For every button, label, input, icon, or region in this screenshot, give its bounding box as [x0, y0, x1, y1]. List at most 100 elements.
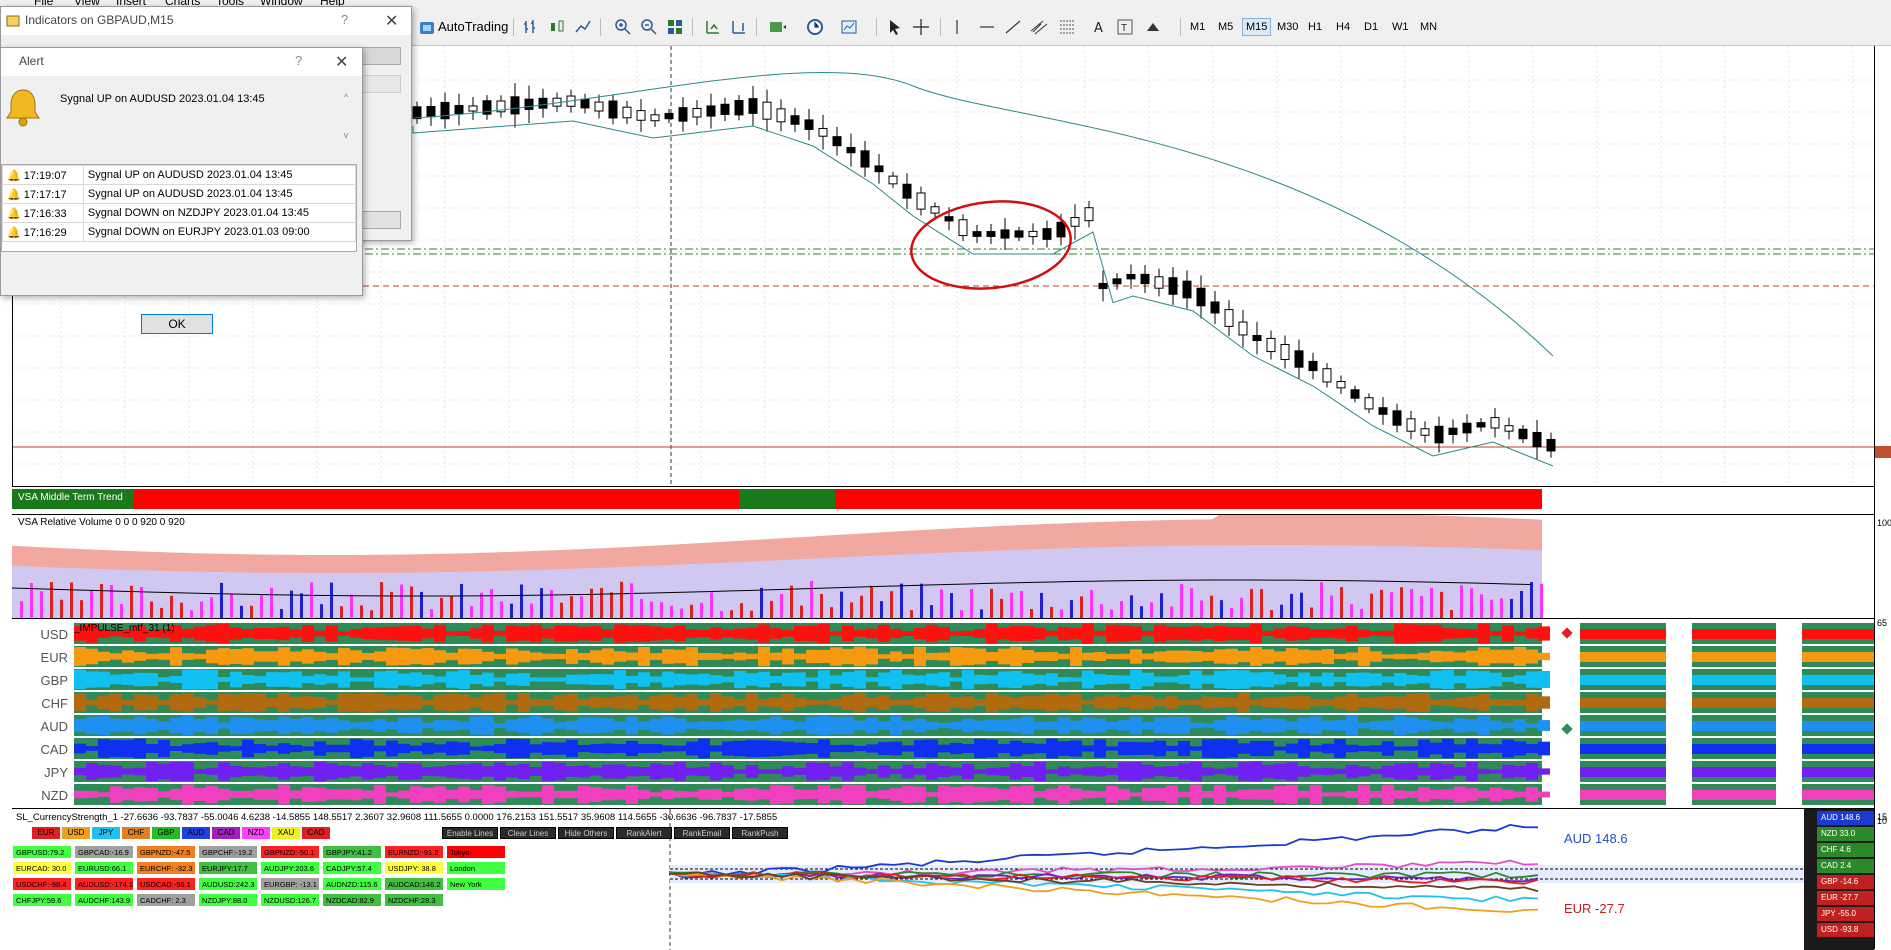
pair-strength-cell: USDCAD:-96.1: [136, 877, 196, 891]
currency-button-gbp[interactable]: GBP: [152, 827, 180, 839]
rankemail-button[interactable]: RankEmail: [674, 827, 730, 839]
currency-button-eur[interactable]: EUR: [32, 827, 60, 839]
currency-button-chf[interactable]: CHF: [122, 827, 150, 839]
bar-chart-button[interactable]: [520, 16, 542, 38]
impulse-bar: [830, 716, 842, 735]
impulse-bar: [1382, 676, 1394, 683]
tf-m5[interactable]: M5: [1214, 18, 1237, 36]
impulse-bar: [626, 694, 638, 711]
impulse-bar: [650, 792, 662, 797]
alert-help-button[interactable]: ?: [295, 53, 302, 68]
volume-bar: [230, 594, 233, 619]
arrows-button[interactable]: [1142, 16, 1164, 38]
impulse-bar: [194, 626, 206, 641]
tf-mn[interactable]: MN: [1416, 18, 1441, 36]
impulse-bar: [1322, 720, 1334, 731]
impulse-bar: [386, 721, 398, 730]
text-label-button[interactable]: T: [1114, 16, 1136, 38]
ok-button[interactable]: OK: [141, 314, 213, 334]
currency-button-xau[interactable]: XAU: [272, 827, 300, 839]
tile-windows-button[interactable]: [664, 16, 686, 38]
crosshair-button[interactable]: [910, 16, 932, 38]
text-button[interactable]: A: [1088, 16, 1110, 38]
indicators-help-button[interactable]: ?: [341, 12, 348, 27]
currency-strength-window[interactable]: SL_CurrencyStrength_1 -27.6636 -93.7837 …: [12, 808, 1879, 950]
alert-history-list[interactable]: 🔔 17:19:07 Sygnal UP on AUDUSD 2023.01.04…: [1, 164, 357, 252]
rankalert-button[interactable]: RankAlert: [616, 827, 672, 839]
periods-button[interactable]: [804, 16, 826, 38]
tf-h1[interactable]: H1: [1304, 18, 1326, 36]
hide-others-button[interactable]: Hide Others: [558, 827, 614, 839]
impulse-bar: [758, 789, 770, 800]
clear-lines-button[interactable]: Clear Lines: [500, 827, 556, 839]
alert-row[interactable]: 🔔 17:16:29 Sygnal DOWN on EURJPY 2023.01.…: [2, 222, 356, 242]
zoom-in-button[interactable]: [612, 16, 634, 38]
tf-m30[interactable]: M30: [1273, 18, 1302, 36]
fibonacci-button[interactable]: [1056, 16, 1078, 38]
alert-close-button[interactable]: ✕: [335, 52, 348, 72]
horizontal-line-button[interactable]: [976, 16, 998, 38]
candle-chart-button[interactable]: [546, 16, 568, 38]
alert-row[interactable]: 🔔 17:16:33 Sygnal DOWN on NZDJPY 2023.01.…: [2, 203, 356, 223]
impulse-bar: [1226, 791, 1238, 798]
impulse-bar: [926, 652, 938, 661]
volume-bar: [1260, 589, 1263, 619]
alert-row[interactable]: 🔔 17:17:17 Sygnal UP on AUDUSD 2023.01.04…: [2, 184, 356, 204]
indicators-close-button[interactable]: ✕: [385, 11, 398, 31]
impulse-bar: [638, 672, 650, 687]
equidistant-channel-button[interactable]: [1028, 16, 1050, 38]
tf-m1[interactable]: M1: [1186, 18, 1209, 36]
impulse-bar: [518, 763, 530, 780]
impulse-bar: [698, 699, 710, 706]
impulse-bar: [470, 763, 482, 780]
currency-button-cad[interactable]: CAD: [302, 827, 330, 839]
impulse-bar: [422, 787, 434, 802]
tf-m15[interactable]: M15: [1242, 18, 1272, 36]
vsa-trend-window[interactable]: VSA Middle Term Trend: [12, 486, 1874, 514]
cursor-button[interactable]: [884, 16, 906, 38]
tf-d1[interactable]: D1: [1360, 18, 1382, 36]
currency-button-nzd[interactable]: NZD: [242, 827, 270, 839]
autoscroll-button[interactable]: [728, 16, 750, 38]
impulse-bar: [1454, 767, 1466, 776]
impulse-bar: [158, 677, 170, 682]
rankpush-button[interactable]: RankPush: [732, 827, 788, 839]
impulse-bar: [398, 762, 410, 781]
indicators-button[interactable]: [766, 16, 788, 38]
trend-segment-green: [739, 489, 835, 509]
tf-w1[interactable]: W1: [1388, 18, 1413, 36]
currency-button-usd[interactable]: USD: [62, 827, 90, 839]
vsa-volume-window[interactable]: VSA Relative Volume 0 0 0 920 0 920: [12, 514, 1874, 619]
impulse-bar: [1238, 717, 1250, 734]
impulse-bar: [806, 677, 818, 682]
impulse-bar: [1130, 792, 1142, 797]
impulse-bar: [1250, 720, 1262, 731]
impulse-window[interactable]: _IMPULSE_mtf_31 (1) USD EUR GBP CHF AUD …: [12, 618, 1874, 808]
impulse-bar: [206, 768, 218, 775]
impulse-bar: [530, 715, 542, 736]
line-chart-button[interactable]: [572, 16, 594, 38]
vertical-line-button[interactable]: [946, 16, 968, 38]
currency-button-cad[interactable]: CAD: [212, 827, 240, 839]
ranking-row: CAD 2.4: [1817, 859, 1879, 874]
currency-button-jpy[interactable]: JPY: [92, 827, 120, 839]
impulse-bar: [110, 786, 122, 803]
currency-button-aud[interactable]: AUD: [182, 827, 210, 839]
autotrading-button[interactable]: AutoTrading: [416, 17, 508, 39]
alert-row[interactable]: 🔔 17:19:07 Sygnal UP on AUDUSD 2023.01.04…: [2, 165, 356, 185]
alert-scrollbar[interactable]: ^ v: [339, 92, 353, 148]
impulse-bar: [1058, 766, 1070, 777]
pair-strength-cell: GBPUSD:79.2: [12, 845, 72, 859]
zoom-out-button[interactable]: [638, 16, 660, 38]
impulse-bar: [374, 651, 386, 662]
tf-h4[interactable]: H4: [1332, 18, 1354, 36]
enable-lines-button[interactable]: Enable Lines: [442, 827, 498, 839]
impulse-bar: [1034, 791, 1046, 798]
trendline-button[interactable]: [1002, 16, 1024, 38]
alert-dialog[interactable]: Alert ? ✕ Sygnal UP on AUDUSD 2023.01.04…: [0, 47, 363, 334]
chart-shift-button[interactable]: [702, 16, 724, 38]
impulse-bar: [422, 674, 434, 685]
impulse-bar: [782, 719, 794, 732]
impulse-bar: [1238, 650, 1250, 663]
templates-button[interactable]: [838, 16, 860, 38]
